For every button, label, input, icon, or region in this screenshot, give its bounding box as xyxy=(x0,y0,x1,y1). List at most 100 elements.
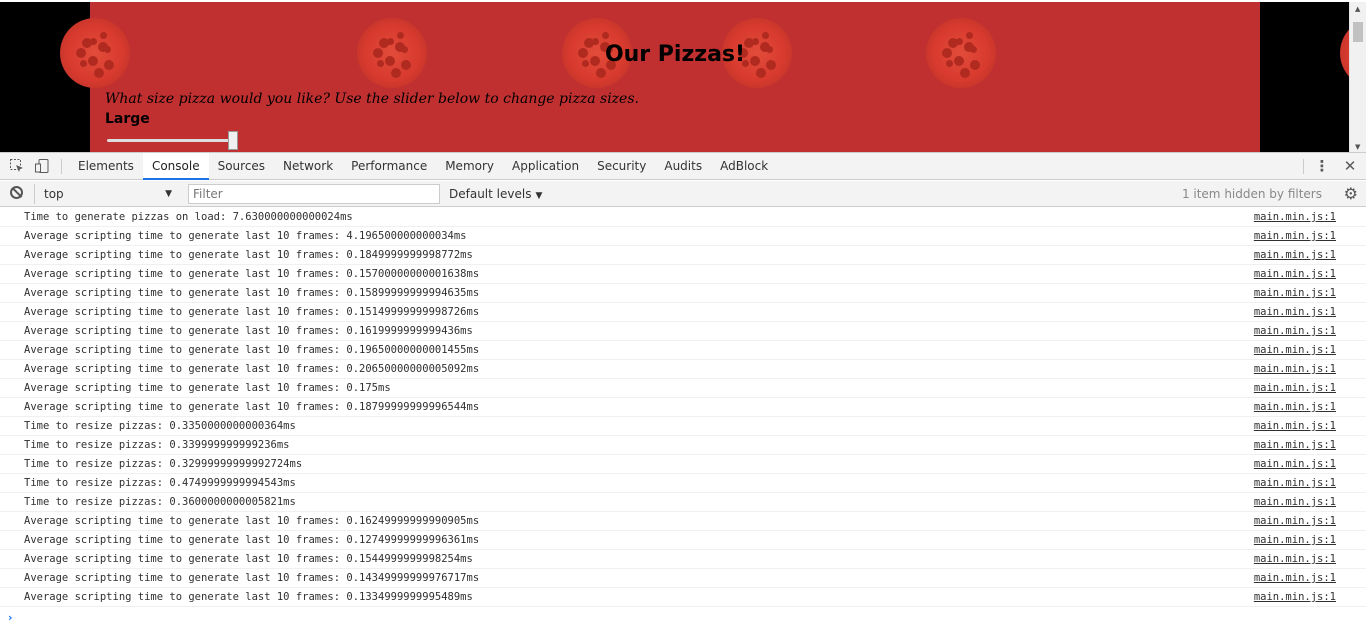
console-message: Average scripting time to generate last … xyxy=(0,265,1366,284)
tab-security[interactable]: Security xyxy=(588,153,655,180)
tab-sources[interactable]: Sources xyxy=(209,153,274,180)
tab-performance[interactable]: Performance xyxy=(342,153,436,180)
pizza-size-label: Large xyxy=(105,111,150,127)
devtools-panel: Elements Console Sources Network Performance… xyxy=(0,152,1366,637)
source-link[interactable]: main.min.js:1 xyxy=(1254,474,1336,493)
console-message-text: Average scripting time to generate last … xyxy=(24,382,391,394)
toolbar-divider xyxy=(1303,159,1304,174)
console-message: Average scripting time to generate last … xyxy=(0,588,1366,607)
console-message-text: Average scripting time to generate last … xyxy=(24,268,480,280)
source-link[interactable]: main.min.js:1 xyxy=(1254,398,1336,417)
tab-application[interactable]: Application xyxy=(503,153,588,180)
slider-thumb[interactable] xyxy=(228,131,238,150)
scrollbar-thumb[interactable] xyxy=(1353,22,1363,42)
source-link[interactable]: main.min.js:1 xyxy=(1254,360,1336,379)
page-title: Our Pizzas! xyxy=(604,42,746,67)
source-link[interactable]: main.min.js:1 xyxy=(1254,588,1336,607)
console-message: Time to resize pizzas: 0.474999999999454… xyxy=(0,474,1366,493)
console-message: Average scripting time to generate last … xyxy=(0,531,1366,550)
scroll-down-icon[interactable]: ▼ xyxy=(1355,143,1360,151)
console-filterbar: top ▼ Default levels▼ 1 item hidden by f… xyxy=(0,181,1366,207)
console-message-text: Time to resize pizzas: 0.335000000000036… xyxy=(24,420,296,432)
source-link[interactable]: main.min.js:1 xyxy=(1254,417,1336,436)
console-message-text: Average scripting time to generate last … xyxy=(24,287,480,299)
source-link[interactable]: main.min.js:1 xyxy=(1254,341,1336,360)
tab-adblock[interactable]: AdBlock xyxy=(711,153,777,180)
console-message: Average scripting time to generate last … xyxy=(0,360,1366,379)
size-question: What size pizza would you like? Use the … xyxy=(105,91,639,107)
console-message-text: Average scripting time to generate last … xyxy=(24,363,480,375)
context-selector[interactable]: top ▼ xyxy=(34,184,178,204)
console-message: Average scripting time to generate last … xyxy=(0,398,1366,417)
console-message-text: Average scripting time to generate last … xyxy=(24,553,473,565)
tab-memory[interactable]: Memory xyxy=(436,153,503,180)
source-link[interactable]: main.min.js:1 xyxy=(1254,550,1336,569)
gear-icon[interactable]: ⚙ xyxy=(1344,185,1358,203)
scroll-up-icon[interactable]: ▲ xyxy=(1355,5,1360,13)
log-levels-label: Default levels xyxy=(449,187,532,201)
page-scrollbar[interactable]: ▲ ▼ xyxy=(1349,2,1366,152)
source-link[interactable]: main.min.js:1 xyxy=(1254,379,1336,398)
console-message-text: Time to generate pizzas on load: 7.63000… xyxy=(24,211,353,223)
source-link[interactable]: main.min.js:1 xyxy=(1254,246,1336,265)
console-message: Time to resize pizzas: 0.339999999999236… xyxy=(0,436,1366,455)
console-message: Average scripting time to generate last … xyxy=(0,322,1366,341)
hidden-items-count: 1 item hidden by filters xyxy=(1181,187,1322,201)
log-levels-dropdown[interactable]: Default levels ▼ xyxy=(449,184,542,204)
page-viewport: Our Pizzas! What size pizza would you li… xyxy=(0,0,1366,152)
more-vertical-icon[interactable]: ⋮ xyxy=(1314,158,1330,174)
page-content: Our Pizzas! What size pizza would you li… xyxy=(60,2,1260,152)
source-link[interactable]: main.min.js:1 xyxy=(1254,436,1336,455)
console-message: Average scripting time to generate last … xyxy=(0,569,1366,588)
console-message: Time to generate pizzas on load: 7.63000… xyxy=(0,208,1366,227)
filter-input[interactable] xyxy=(188,184,440,204)
console-message: Average scripting time to generate last … xyxy=(0,379,1366,398)
pizza-size-slider[interactable] xyxy=(107,131,238,150)
console-message: Average scripting time to generate last … xyxy=(0,341,1366,360)
console-message-text: Average scripting time to generate last … xyxy=(24,306,480,318)
console-message: Average scripting time to generate last … xyxy=(0,284,1366,303)
source-link[interactable]: main.min.js:1 xyxy=(1254,493,1336,512)
console-message-text: Average scripting time to generate last … xyxy=(24,230,467,242)
toolbar-divider xyxy=(61,159,62,174)
dropdown-caret-icon: ▼ xyxy=(165,189,172,199)
console-message: Average scripting time to generate last … xyxy=(0,227,1366,246)
console-message: Average scripting time to generate last … xyxy=(0,550,1366,569)
source-link[interactable]: main.min.js:1 xyxy=(1254,322,1336,341)
source-link[interactable]: main.min.js:1 xyxy=(1254,531,1336,550)
console-message-text: Average scripting time to generate last … xyxy=(24,515,480,527)
source-link[interactable]: main.min.js:1 xyxy=(1254,284,1336,303)
tab-network[interactable]: Network xyxy=(274,153,342,180)
console-message-text: Average scripting time to generate last … xyxy=(24,401,480,413)
console-message-text: Time to resize pizzas: 0.329999999999927… xyxy=(24,458,303,470)
console-message-text: Average scripting time to generate last … xyxy=(24,591,473,603)
source-link[interactable]: main.min.js:1 xyxy=(1254,227,1336,246)
console-message-text: Average scripting time to generate last … xyxy=(24,249,473,261)
console-output: Time to generate pizzas on load: 7.63000… xyxy=(0,208,1366,637)
tab-audits[interactable]: Audits xyxy=(655,153,711,180)
source-link[interactable]: main.min.js:1 xyxy=(1254,455,1336,474)
devtools-tabs: Elements Console Sources Network Performance… xyxy=(69,153,777,180)
console-message-text: Average scripting time to generate last … xyxy=(24,325,473,337)
source-link[interactable]: main.min.js:1 xyxy=(1254,303,1336,322)
console-message-text: Time to resize pizzas: 0.360000000000582… xyxy=(24,496,296,508)
console-message-text: Average scripting time to generate last … xyxy=(24,344,480,356)
devtools-tabbar: Elements Console Sources Network Performance… xyxy=(0,153,1366,180)
console-message: Time to resize pizzas: 0.360000000000582… xyxy=(0,493,1366,512)
source-link[interactable]: main.min.js:1 xyxy=(1254,208,1336,227)
console-message: Average scripting time to generate last … xyxy=(0,303,1366,322)
clear-console-icon[interactable] xyxy=(10,186,23,199)
source-link[interactable]: main.min.js:1 xyxy=(1254,265,1336,284)
console-message: Average scripting time to generate last … xyxy=(0,246,1366,265)
console-message-text: Time to resize pizzas: 0.339999999999236… xyxy=(24,439,290,451)
tab-console[interactable]: Console xyxy=(142,153,209,180)
source-link[interactable]: main.min.js:1 xyxy=(1254,569,1336,588)
console-message: Time to resize pizzas: 0.335000000000036… xyxy=(0,417,1366,436)
tab-elements[interactable]: Elements xyxy=(69,153,143,180)
device-toolbar-icon[interactable] xyxy=(34,158,50,174)
context-value: top xyxy=(44,187,64,201)
source-link[interactable]: main.min.js:1 xyxy=(1254,512,1336,531)
console-prompt[interactable]: › xyxy=(8,611,13,624)
inspect-element-icon[interactable] xyxy=(9,158,25,174)
close-icon[interactable]: ✕ xyxy=(1342,158,1358,174)
